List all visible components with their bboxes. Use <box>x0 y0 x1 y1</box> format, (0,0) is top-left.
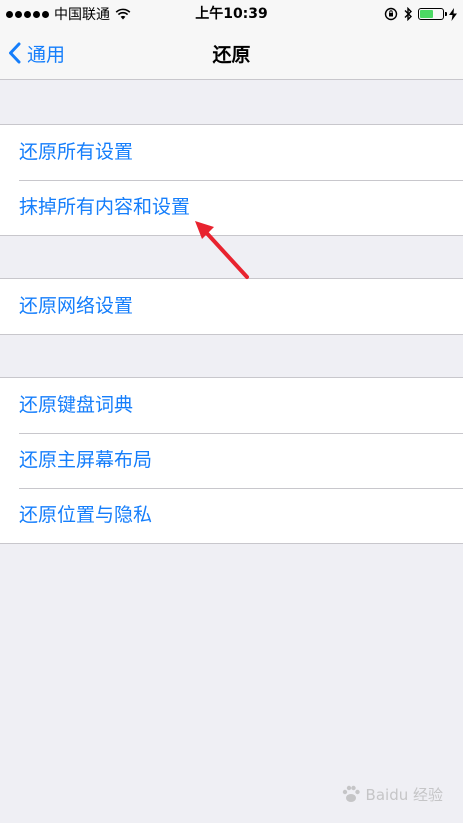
watermark-text: Baidu 经验 <box>365 785 443 804</box>
reset-network-settings-cell[interactable]: 还原网络设置 <box>0 279 463 334</box>
watermark: Baidu 经验 <box>340 783 443 805</box>
reset-all-settings-cell[interactable]: 还原所有设置 <box>0 125 463 180</box>
bluetooth-icon <box>404 7 412 21</box>
status-right <box>384 5 457 23</box>
battery-icon <box>418 8 447 20</box>
reset-home-screen-layout-cell[interactable]: 还原主屏幕布局 <box>0 433 463 488</box>
reset-location-privacy-cell[interactable]: 还原位置与隐私 <box>0 488 463 543</box>
page-title: 还原 <box>212 44 251 66</box>
reset-group-3: 还原键盘词典 还原主屏幕布局 还原位置与隐私 <box>0 377 463 544</box>
annotation-arrow-icon <box>195 221 249 279</box>
reset-keyboard-dictionary-cell[interactable]: 还原键盘词典 <box>0 378 463 433</box>
orientation-lock-icon <box>384 7 398 21</box>
navigation-bar: 通用 还原 <box>0 28 463 80</box>
reset-group-2: 还原网络设置 <box>0 278 463 335</box>
charging-icon <box>449 7 457 21</box>
status-bar: 中国联通 上午10:39 <box>0 0 463 28</box>
paw-logo-icon <box>342 785 360 802</box>
